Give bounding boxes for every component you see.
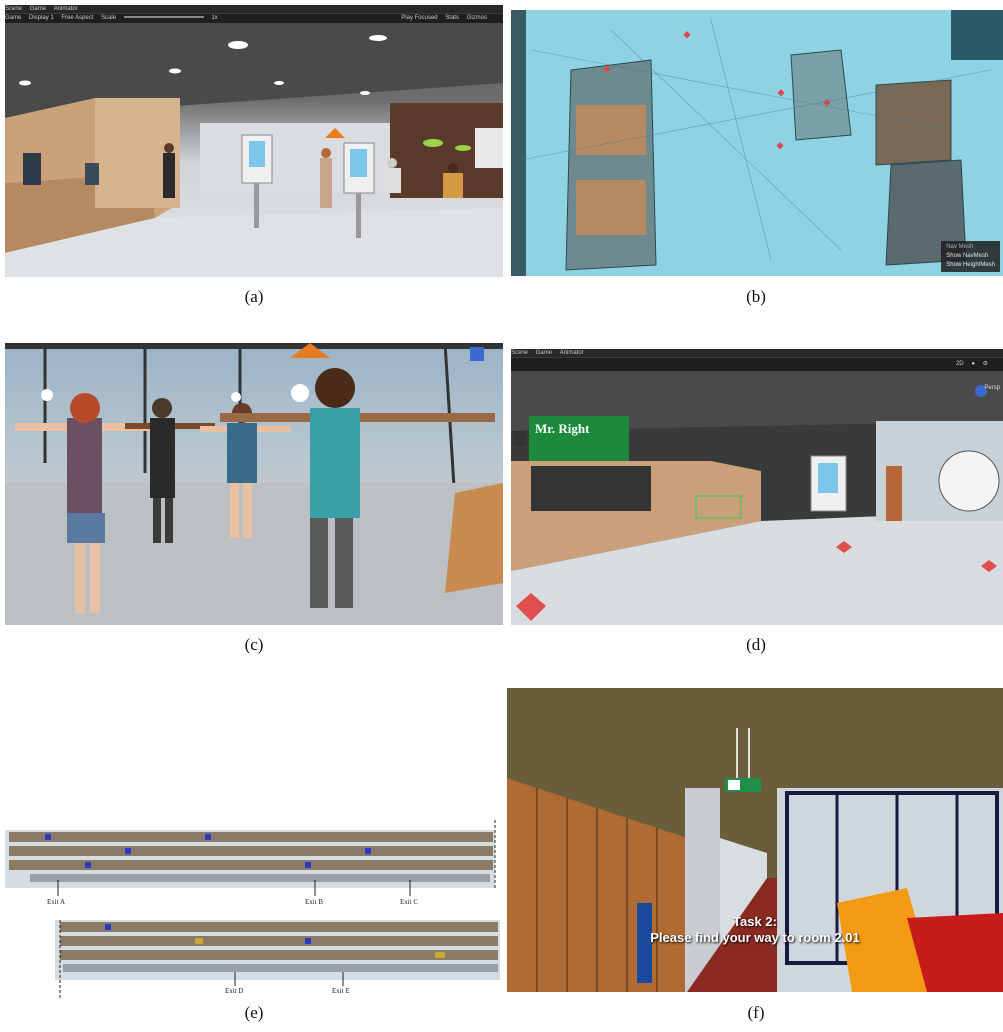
- caption-a: (a): [244, 287, 264, 306]
- gizmos-icon[interactable]: ⚙: [983, 358, 988, 371]
- scene-drawing: [511, 371, 1003, 625]
- restaurant-scene-drawing: [5, 23, 503, 277]
- caption-b: (b): [746, 287, 766, 306]
- navmesh-drawing: [511, 10, 1003, 276]
- stats-button[interactable]: Stats: [445, 14, 459, 22]
- task-title: Task 2:: [733, 914, 777, 929]
- aspect-dropdown[interactable]: Free Aspect: [61, 14, 93, 22]
- tab-animator-d[interactable]: Animator: [560, 349, 584, 357]
- scene-toolbar: 2D ● ⚙: [511, 358, 1003, 371]
- corridor-drawing: [507, 688, 1003, 992]
- show-navmesh-toggle[interactable]: Show NavMesh: [946, 252, 995, 261]
- caption-c: (c): [244, 635, 264, 654]
- scene-view-panel-d: Scene Game Animator 2D ● ⚙ Mr. Right Per…: [511, 349, 1003, 625]
- lighting-icon[interactable]: ●: [971, 358, 975, 371]
- game-toolbar: Game Display 1 Free Aspect Scale 1x Play…: [5, 14, 503, 23]
- exit-b-label: Exit B: [305, 898, 324, 906]
- editor-tab-bar-d: Scene Game Animator: [511, 349, 1003, 357]
- show-heightmesh-toggle[interactable]: Show HeightMesh: [946, 261, 995, 270]
- mr-right-sign: Mr. Right: [535, 421, 590, 436]
- caption-f: (f): [747, 1003, 765, 1022]
- play-focused-dropdown[interactable]: Play Focused: [401, 14, 437, 22]
- navmesh-panel-b: Nav Mesh Show NavMesh Show HeightMesh: [511, 10, 1003, 276]
- toggle-2d-button[interactable]: 2D: [956, 358, 964, 371]
- caption-e: (e): [244, 1003, 264, 1022]
- tab-game[interactable]: Game: [30, 5, 46, 13]
- exit-a-label: Exit A: [47, 898, 66, 906]
- tab-scene[interactable]: Scene: [5, 5, 22, 13]
- tab-scene-d[interactable]: Scene: [511, 349, 528, 357]
- characters-drawing: [5, 343, 503, 625]
- exit-c-label: Exit C: [400, 898, 419, 906]
- mode-dropdown[interactable]: Game: [5, 14, 21, 22]
- scale-value: 1x: [211, 15, 218, 21]
- navmesh-overlay-title: Nav Mesh: [946, 244, 974, 250]
- persp-label[interactable]: Persp: [984, 385, 1000, 391]
- scale-label: Scale: [101, 15, 117, 21]
- caption-d: (d): [746, 635, 766, 654]
- characters-panel-c: [5, 343, 503, 625]
- tab-animator[interactable]: Animator: [54, 5, 78, 13]
- editor-tab-bar: Scene Game Animator: [5, 5, 503, 13]
- gizmos-dropdown[interactable]: Gizmos: [467, 14, 487, 22]
- restaurant-scene: [5, 23, 503, 277]
- task-instruction: Please find your way to room 2.01: [650, 930, 860, 945]
- exit-d-label: Exit D: [225, 987, 244, 995]
- building-floorplan-panel-e: Exit A Exit B Exit C Exit D Exit E: [5, 820, 503, 1010]
- exit-e-label: Exit E: [332, 987, 350, 995]
- game-view-panel-a: Scene Game Animator Game Display 1 Free …: [5, 5, 503, 277]
- scale-slider[interactable]: [123, 16, 204, 19]
- navmesh-overlay: Nav Mesh Show NavMesh Show HeightMesh: [941, 241, 1000, 272]
- floorplan-drawing: [5, 820, 500, 1000]
- tab-game-d[interactable]: Game: [536, 349, 552, 357]
- display-dropdown[interactable]: Display 1: [29, 14, 54, 22]
- corridor-panel-f: Task 2: Please find your way to room 2.0…: [507, 688, 1003, 992]
